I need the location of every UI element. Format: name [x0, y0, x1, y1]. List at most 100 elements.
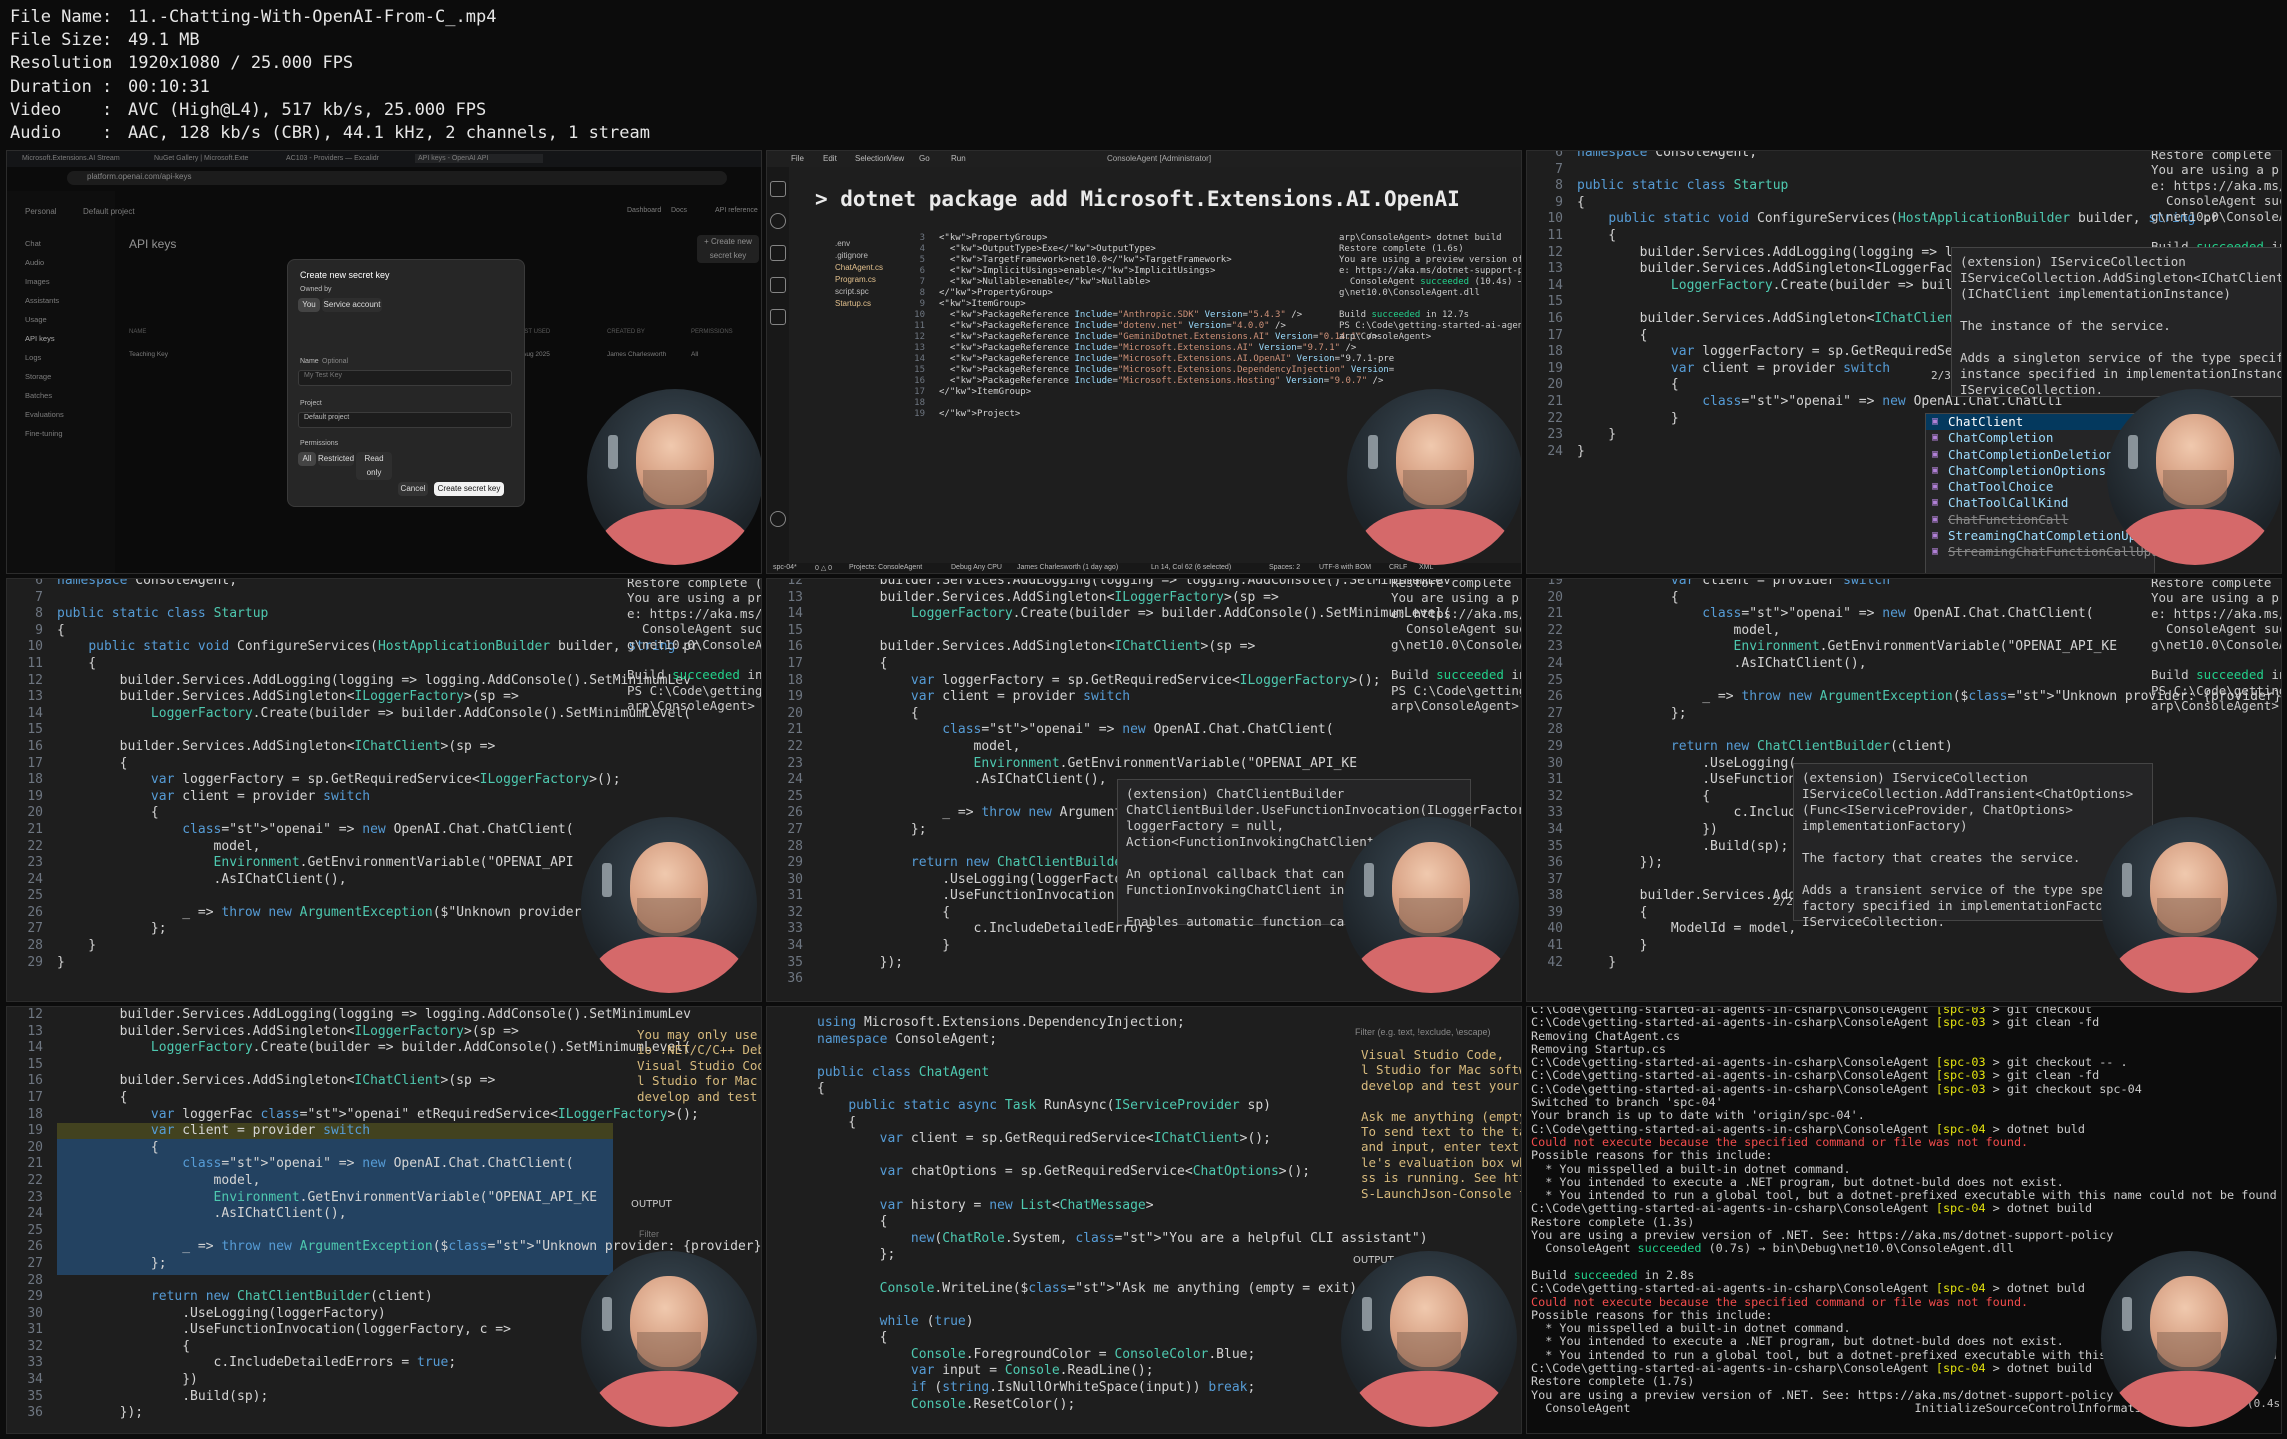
code-line[interactable]: 20 { [767, 706, 1451, 723]
code-line[interactable]: 19 var client = provider switch [7, 789, 699, 806]
status-item[interactable]: spc-04* [773, 564, 797, 571]
code-line[interactable]: namespace ConsoleAgent; [767, 1032, 1428, 1049]
code-line[interactable]: 14 LoggerFactory.Create(builder => build… [767, 606, 1451, 623]
code-line[interactable]: public static async Task RunAsync(IServi… [767, 1098, 1428, 1115]
permission-restricted-button[interactable]: Restricted [318, 452, 354, 466]
code-line[interactable]: 36 [767, 971, 1451, 988]
create-secret-key-button[interactable]: Create secret key [434, 482, 504, 496]
completion-item[interactable]: ChatClient [1926, 414, 2154, 431]
status-item[interactable]: 0 △ 0 [815, 564, 832, 572]
code-line[interactable]: 10 public static void ConfigureServices(… [7, 639, 699, 656]
file-item[interactable]: Program.cs [835, 275, 876, 284]
terminal-panel[interactable]: Restore complete (1You are using a preve… [1391, 579, 1521, 714]
code-line[interactable]: 8 public static class Startup [1527, 178, 2219, 195]
overload-counter[interactable]: 2/3 [1931, 369, 1951, 382]
code-line[interactable]: 17 { [767, 656, 1451, 673]
code-line[interactable]: 23 Environment.GetEnvironmentVariable("O… [767, 756, 1451, 773]
code-line[interactable]: 12 builder.Services.AddLogging(logging =… [767, 579, 1451, 590]
status-item[interactable]: Debug Any CPU [951, 564, 1002, 571]
menu-item[interactable]: Run [951, 154, 966, 163]
code-line[interactable]: 12 builder.Services.AddLogging(logging =… [7, 673, 699, 690]
menu-item[interactable]: View [887, 154, 904, 163]
code-line[interactable]: 18 var loggerFac class="st">"openai" etR… [7, 1107, 761, 1124]
code-line[interactable]: 8 public static class Startup [7, 606, 699, 623]
code-line[interactable]: public class ChatAgent [767, 1065, 1428, 1082]
code-line[interactable]: 15 [7, 722, 699, 739]
code-line[interactable]: Console.ForegroundColor = ConsoleColor.B… [767, 1347, 1428, 1364]
status-item[interactable]: XML [1419, 564, 1433, 571]
owner-service-account-button[interactable]: Service account [322, 298, 382, 312]
code-line[interactable]: { [767, 1081, 1428, 1098]
code-line[interactable]: 35 }); [767, 955, 1451, 972]
overload-counter[interactable]: 2/2 [1773, 895, 1793, 908]
code-line[interactable]: 13 builder.Services.AddSingleton<ILogger… [767, 590, 1451, 607]
code-line[interactable]: 21 class="st">"openai" => new OpenAI.Cha… [7, 822, 699, 839]
file-item[interactable]: .gitignore [835, 251, 868, 260]
terminal-panel[interactable]: Restore complete (1You are using a preve… [627, 579, 761, 714]
code-line[interactable]: 20 { [7, 1140, 761, 1157]
terminal-panel[interactable]: Restore complete (1You are using a preve… [2151, 579, 2281, 714]
run-debug-icon[interactable] [770, 277, 786, 293]
permission-readonly-button[interactable]: Read only [356, 452, 392, 480]
code-line[interactable]: Console.ResetColor(); [767, 1397, 1428, 1414]
explorer-icon[interactable] [770, 181, 786, 197]
code-line[interactable]: 16 builder.Services.AddSingleton<IChatCl… [767, 639, 1451, 656]
code-line[interactable]: while (true) [767, 1314, 1428, 1331]
code-line[interactable]: 6 namespace ConsoleAgent; [1527, 151, 2219, 162]
code-line[interactable]: 22 model, [767, 739, 1451, 756]
search-icon[interactable] [770, 213, 786, 229]
code-line[interactable]: 13 builder.Services.AddSingleton<ILogger… [7, 689, 699, 706]
code-line[interactable]: 15 [767, 623, 1451, 640]
code-line[interactable]: 9{ [1527, 195, 2219, 212]
status-item[interactable]: Ln 14, Col 62 (6 selected) [1151, 564, 1231, 571]
code-line[interactable]: 29 return new ChatClientBuilder(client) [1527, 739, 2281, 756]
cancel-button[interactable]: Cancel [398, 482, 428, 496]
code-line[interactable]: 21 class="st">"openai" => new OpenAI.Cha… [767, 722, 1451, 739]
code-line[interactable] [767, 1297, 1428, 1314]
code-line[interactable]: var input = Console.ReadLine(); [767, 1363, 1428, 1380]
code-line[interactable]: if (string.IsNullOrWhiteSpace(input)) br… [767, 1380, 1428, 1397]
output-filter[interactable]: Filter [639, 1229, 659, 1239]
output-panel-label[interactable]: OUTPUT [631, 1199, 672, 1210]
status-item[interactable]: Projects: ConsoleAgent [849, 564, 922, 571]
status-item[interactable]: James Charlesworth (1 day ago) [1017, 564, 1118, 571]
code-line[interactable]: var client = sp.GetRequiredService<IChat… [767, 1131, 1428, 1148]
code-line[interactable]: 22 model, [7, 1173, 761, 1190]
code-line[interactable]: { [767, 1330, 1428, 1347]
code-line[interactable]: 9{ [7, 623, 699, 640]
code-line[interactable]: 19 var client = provider switch [7, 1123, 761, 1140]
code-line[interactable]: 11 { [7, 656, 699, 673]
code-line[interactable]: }; [767, 1247, 1428, 1264]
menu-item[interactable]: Selection [855, 154, 888, 163]
code-line[interactable]: 18 var loggerFactory = sp.GetRequiredSer… [767, 673, 1451, 690]
status-item[interactable]: CRLF [1389, 564, 1407, 571]
permission-all-button[interactable]: All [298, 452, 316, 466]
menu-item[interactable]: Go [919, 154, 930, 163]
code-line[interactable]: { [767, 1115, 1428, 1132]
csproj-editor[interactable]: 3 <"kw">PropertyGroup> 4 <"kw">OutputType>… [903, 233, 1394, 420]
code-line[interactable]: Console.WriteLine($class="st">"Ask me an… [767, 1281, 1428, 1298]
code-line[interactable]: using Microsoft.Extensions.DependencyInj… [767, 1015, 1428, 1032]
code-line[interactable]: var history = new List<ChatMessage> [767, 1198, 1428, 1215]
source-control-icon[interactable] [770, 245, 786, 261]
code-line[interactable] [767, 1048, 1428, 1065]
code-editor[interactable]: using Microsoft.Extensions.DependencyInj… [767, 1015, 1428, 1413]
menu-item[interactable]: Edit [823, 154, 837, 163]
code-line[interactable]: var chatOptions = sp.GetRequiredService<… [767, 1164, 1428, 1181]
code-line[interactable]: 22 model, [7, 839, 699, 856]
code-line[interactable]: 14 LoggerFactory.Create(builder => build… [7, 706, 699, 723]
command-search[interactable]: ConsoleAgent [Administrator] [1107, 154, 1211, 163]
code-line[interactable] [767, 1148, 1428, 1165]
code-line[interactable] [767, 1264, 1428, 1281]
code-line[interactable]: 20 { [7, 805, 699, 822]
status-item[interactable]: Spaces: 2 [1269, 564, 1300, 571]
code-line[interactable]: 7 [7, 590, 699, 607]
code-line[interactable]: 7 [1527, 162, 2219, 179]
terminal-panel[interactable]: Restore complete (1.You are using a pree… [2151, 151, 2281, 255]
file-item[interactable]: ChatAgent.cs [835, 263, 883, 272]
owner-you-button[interactable]: You [298, 298, 320, 312]
code-line[interactable]: new(ChatRole.System, class="st">"You are… [767, 1231, 1428, 1248]
code-line[interactable]: 28 [1527, 722, 2281, 739]
extensions-icon[interactable] [770, 309, 786, 325]
file-item[interactable]: script.spc [835, 287, 869, 296]
